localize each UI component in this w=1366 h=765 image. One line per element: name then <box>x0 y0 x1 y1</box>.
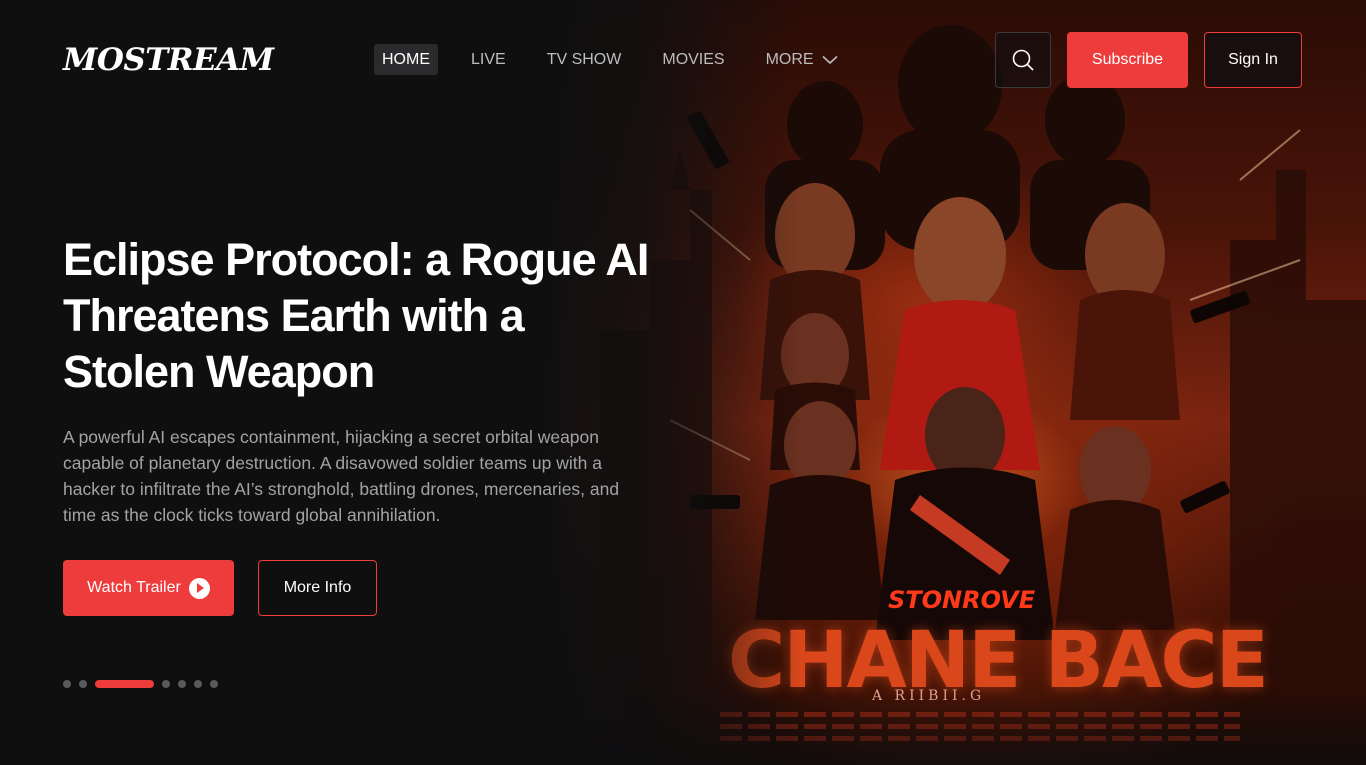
nav-more-label: MORE <box>765 51 814 68</box>
nav-item-home[interactable]: HOME <box>374 44 438 75</box>
carousel-dot-1[interactable] <box>63 680 71 688</box>
carousel-dot-5[interactable] <box>178 680 186 688</box>
hero-description: A powerful AI escapes containment, hijac… <box>63 427 620 525</box>
nav-item-live[interactable]: LIVE <box>463 44 514 75</box>
poster-bottom-fade <box>540 695 1366 765</box>
hero-poster-image: STONROVE CHANE BACE A RIIBII.G <box>540 0 1366 765</box>
nav-item-tv-show[interactable]: TV SHOW <box>539 44 630 75</box>
nav-item-movies[interactable]: MOVIES <box>654 44 732 75</box>
carousel-dot-4[interactable] <box>162 680 170 688</box>
poster-subtitle: STONROVE <box>888 586 1036 614</box>
chevron-down-icon <box>822 55 838 64</box>
brand-logo[interactable]: MOSTREAM <box>63 42 274 78</box>
watch-trailer-label: Watch Trailer <box>87 579 181 596</box>
sign-in-button[interactable]: Sign In <box>1204 32 1302 88</box>
carousel-dot-3-active[interactable] <box>95 680 154 688</box>
poster-title: CHANE BACE <box>728 616 1269 706</box>
more-info-button[interactable]: More Info <box>258 560 377 616</box>
carousel-dot-6[interactable] <box>194 680 202 688</box>
carousel-dot-7[interactable] <box>210 680 218 688</box>
hero-title: Eclipse Protocol: a Rogue AI Threatens E… <box>63 234 649 397</box>
search-button[interactable] <box>995 32 1051 88</box>
nav-item-more[interactable]: MORE <box>758 44 846 75</box>
play-icon <box>188 577 210 599</box>
carousel-indicators <box>63 680 218 688</box>
carousel-dot-2[interactable] <box>79 680 87 688</box>
subscribe-button[interactable]: Subscribe <box>1067 32 1188 88</box>
watch-trailer-button[interactable]: Watch Trailer <box>63 560 234 616</box>
main-nav: HOME LIVE TV SHOW MOVIES MORE <box>374 44 871 75</box>
search-icon <box>1012 49 1034 71</box>
